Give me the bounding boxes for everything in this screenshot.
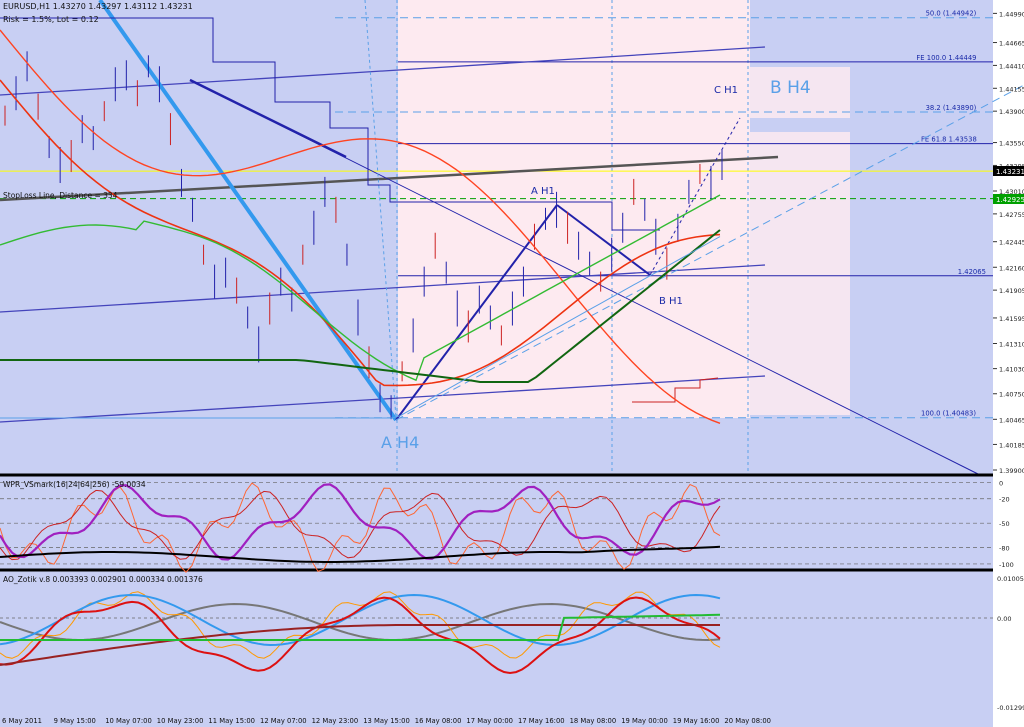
y-tick-label: 1.44155 [999, 85, 1024, 93]
y-tick-label: 1.44990 [999, 10, 1024, 18]
wpr-title: WPR_VSmark(16|24|64|256) -59.0034 [3, 480, 146, 489]
y-tick-label: 1.40465 [999, 416, 1024, 424]
fib-level-label: 1.42065 [958, 268, 986, 276]
pink-zone [398, 0, 750, 418]
ao-tick-label: 0.00 [997, 615, 1011, 623]
wpr-black [0, 545, 721, 563]
y-tick-label: 1.44665 [999, 40, 1024, 48]
y-tick-label: 1.41595 [999, 315, 1024, 323]
y-tick-label: 1.43550 [999, 140, 1024, 148]
x-tick-label: 17 May 16:00 [518, 717, 565, 725]
y-tick-label: 1.42755 [999, 211, 1024, 219]
fib-level-label: 38.2 (1.43890) [926, 104, 977, 112]
trading-chart[interactable]: 50.0 (1.44942) FE 100.0 1.44449 38.2 (1.43… [0, 0, 1024, 727]
x-tick-label: 13 May 15:00 [363, 717, 410, 725]
stoploss-price-label: 1.42925 [996, 196, 1024, 204]
wpr-tick-label: -20 [999, 496, 1010, 504]
y-tick-label: 1.40185 [999, 441, 1024, 449]
zone-gap [750, 45, 850, 67]
ao-indicator [0, 591, 993, 675]
x-tick-label: 11 May 15:00 [208, 717, 255, 725]
pink-zone-right [750, 45, 850, 415]
x-tick-label: 10 May 07:00 [105, 717, 152, 725]
label-a-h4: A H4 [381, 433, 419, 452]
x-tick-label: 20 May 08:00 [724, 717, 771, 725]
x-tick-label: 9 May 15:00 [54, 717, 96, 725]
ao-tick-label: -0.01299 [997, 704, 1024, 712]
label-b-h4: B H4 [770, 78, 811, 98]
x-tick-label: 16 May 08:00 [415, 717, 462, 725]
chart-svg[interactable]: 50.0 (1.44942) FE 100.0 1.44449 38.2 (1.43… [0, 0, 1024, 727]
fib-level-label: 100.0 (1.40483) [921, 410, 976, 418]
label-b-h1: B H1 [659, 296, 683, 307]
label-c-h1: C H1 [714, 85, 738, 96]
wpr-red [0, 489, 721, 561]
y-tick-label: 1.42445 [999, 239, 1024, 247]
ao-darkred [0, 624, 720, 666]
current-price-label: 1.43231 [996, 168, 1024, 176]
y-tick-label: 1.44410 [999, 62, 1024, 70]
wpr-indicator [0, 482, 993, 573]
y-tick-label: 1.39900 [999, 467, 1024, 475]
y-tick-label: 1.41905 [999, 287, 1024, 295]
x-tick-label: 6 May 2011 [2, 717, 42, 725]
ao-tick-label: 0.01005 [997, 575, 1024, 583]
y-tick-label: 1.40750 [999, 391, 1024, 399]
y-tick-label: 1.41310 [999, 341, 1024, 349]
x-tick-label: 12 May 07:00 [260, 717, 307, 725]
wpr-purple [0, 483, 721, 561]
wpr-tick-label: -100 [999, 561, 1014, 569]
x-tick-label: 12 May 23:00 [312, 717, 359, 725]
x-tick-label: 18 May 08:00 [570, 717, 617, 725]
fib-level-label: FE 100.0 1.44449 [916, 54, 976, 62]
wpr-tick-label: -50 [999, 520, 1010, 528]
y-tick-label: 1.43900 [999, 108, 1024, 116]
y-tick-label: 1.42160 [999, 264, 1024, 272]
symbol-header: EURUSD,H1 1.43270 1.43297 1.43112 1.4323… [3, 2, 193, 11]
x-tick-label: 19 May 16:00 [673, 717, 720, 725]
x-tick-label: 19 May 00:00 [621, 717, 668, 725]
x-tick-label: 10 May 23:00 [157, 717, 204, 725]
risk-text: Risk = 1.5%, Lot = 0.12 [3, 15, 99, 24]
stoploss-label: StopLoss Line, Distance = 334 [3, 191, 118, 200]
zone-gap [750, 118, 850, 132]
x-tick-label: 17 May 00:00 [466, 717, 513, 725]
wpr-tick-label: 0 [999, 479, 1003, 487]
ao-red [0, 596, 721, 675]
y-tick-label: 1.41030 [999, 366, 1024, 374]
time-axis: 6 May 2011 9 May 15:00 10 May 07:00 10 May … [2, 717, 771, 725]
ao-title: AO_Zotik v.8 0.003393 0.002901 0.000334 … [3, 575, 203, 584]
label-a-h1: A H1 [531, 186, 555, 197]
fib-level-label: 50.0 (1.44942) [926, 10, 977, 18]
fib-level-label: FE 61.8 1.43538 [921, 136, 977, 144]
wpr-tick-label: -80 [999, 545, 1010, 553]
